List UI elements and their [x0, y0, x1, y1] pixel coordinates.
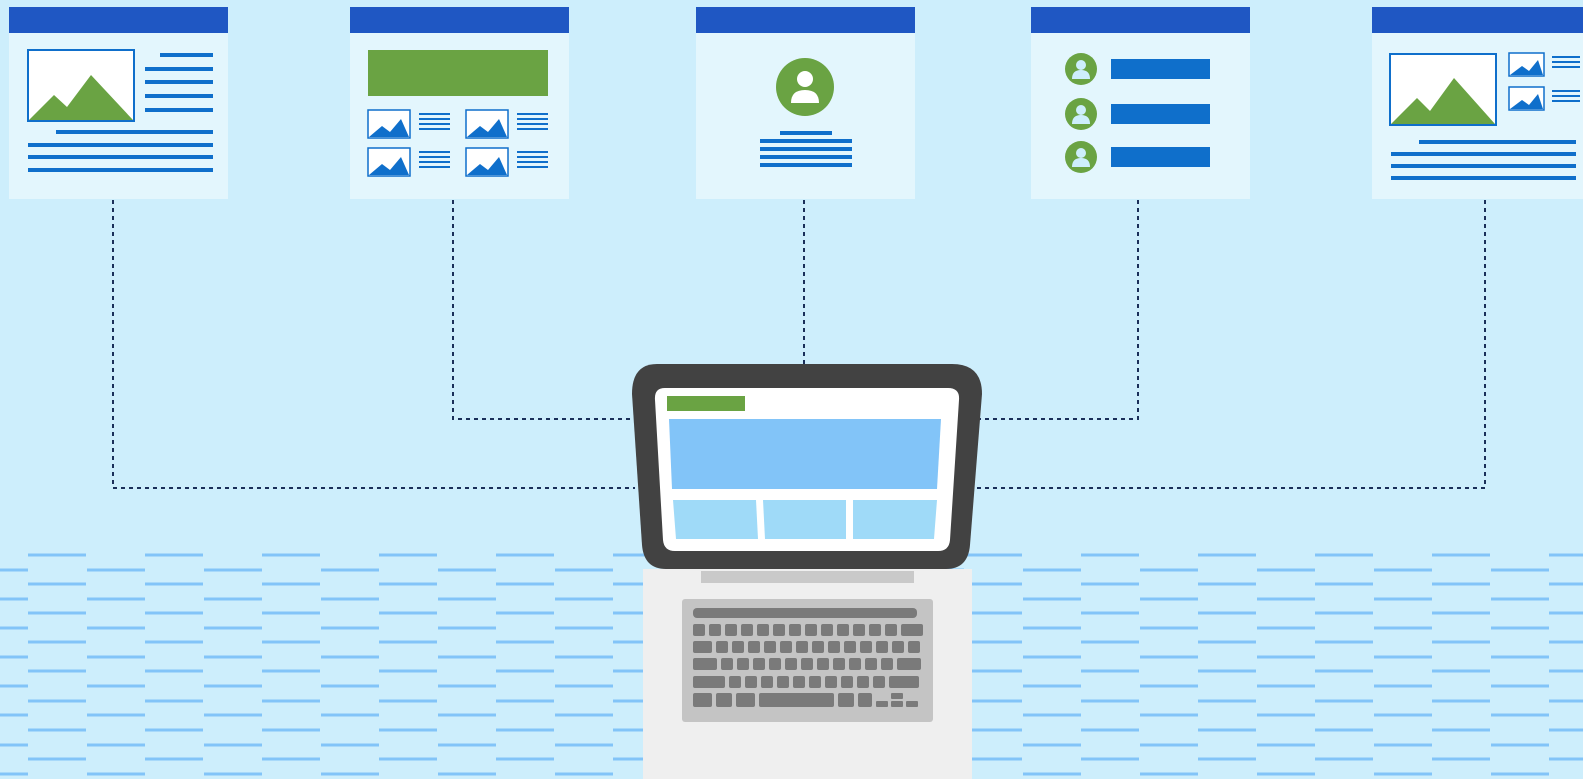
screen-banner	[669, 419, 941, 489]
illustration	[0, 0, 1583, 779]
keyboard-icon	[682, 599, 933, 722]
screen-tile-3	[853, 500, 937, 539]
screen-tile-2	[763, 500, 846, 539]
screen-logo-bar	[667, 396, 745, 411]
screen-tile-1	[673, 500, 758, 539]
laptop-icon	[632, 364, 982, 779]
laptop-hinge	[701, 571, 914, 583]
